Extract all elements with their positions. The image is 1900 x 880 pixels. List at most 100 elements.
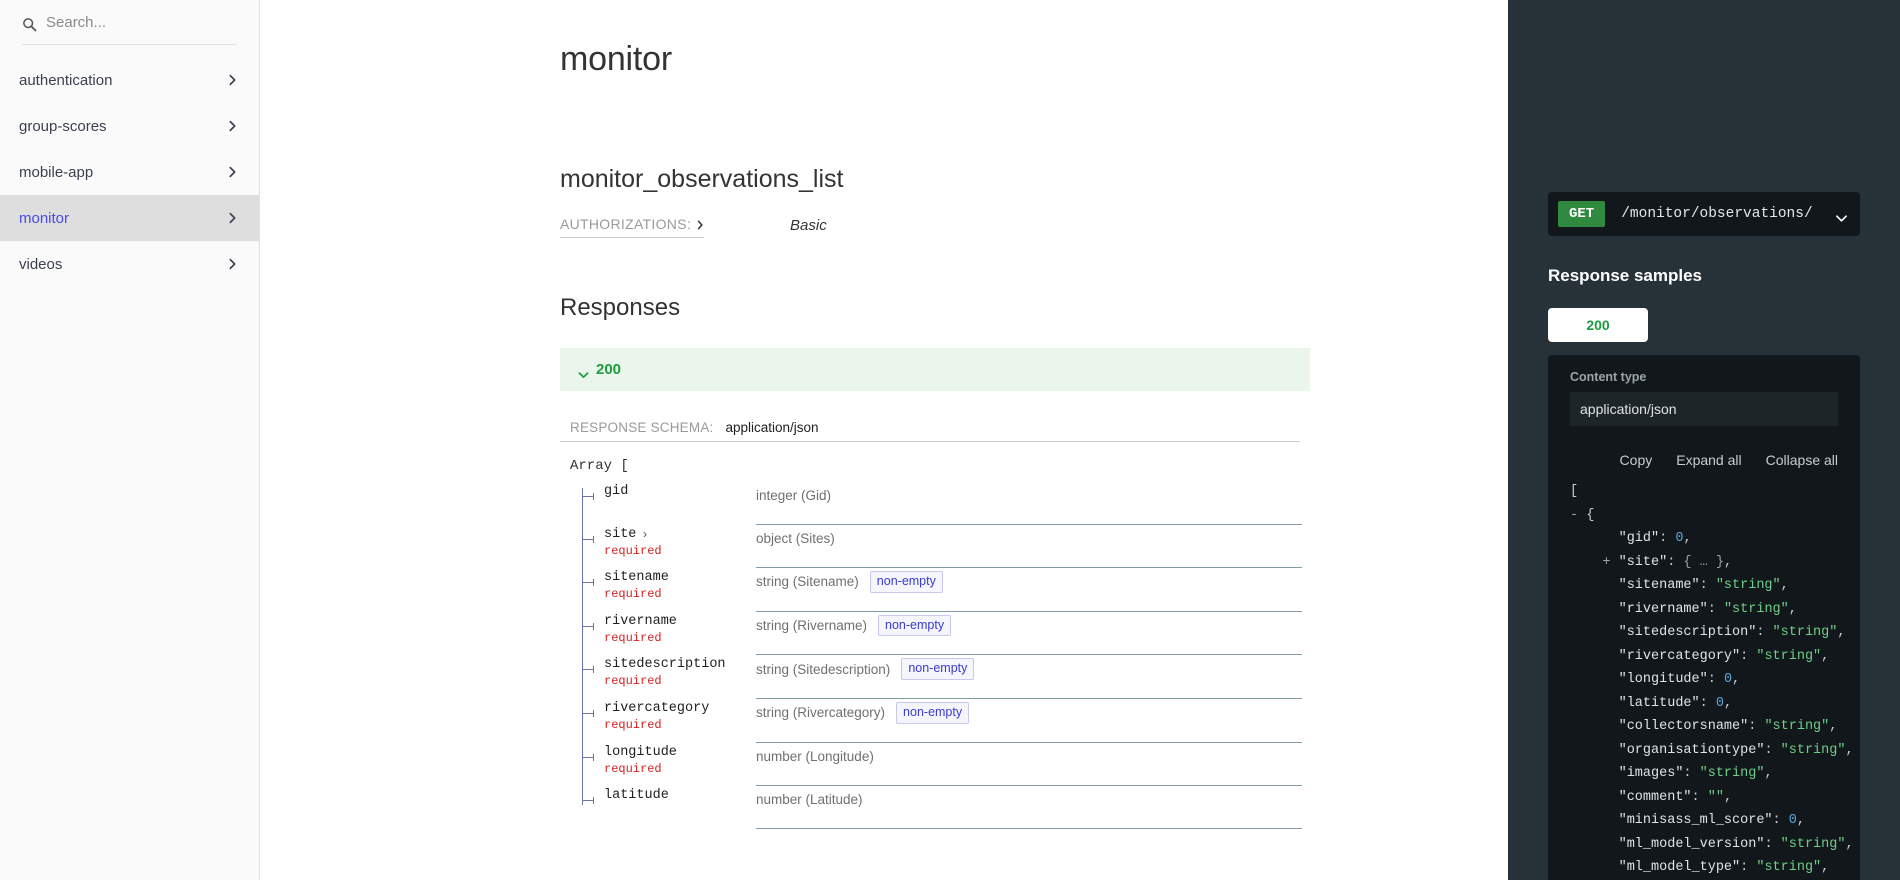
code-token-num: 0 <box>1715 695 1724 711</box>
code-token-key: "latitude" <box>1618 695 1700 711</box>
code-token-punc: : <box>1772 813 1789 828</box>
sidebar-item-label: mobile-app <box>19 163 94 181</box>
code-token-str: "string" <box>1780 836 1846 852</box>
copy-button[interactable]: Copy <box>1620 452 1653 468</box>
tab-200[interactable]: 200 <box>1548 308 1648 342</box>
chevron-right-icon <box>228 165 237 179</box>
schema-property-type: string (Rivercategory) <box>756 705 886 721</box>
sidebar-item-mobile-app[interactable]: mobile-app <box>0 149 259 195</box>
content-type-select[interactable]: application/json <box>1570 392 1838 426</box>
tree-branch-icon <box>582 753 594 761</box>
sidebar-item-group-scores[interactable]: group-scores <box>0 103 259 149</box>
code-token-key: "collectorsname" <box>1618 719 1749 734</box>
expand-all-button[interactable]: Expand all <box>1676 452 1741 468</box>
main-content: monitor monitor_observations_list AUTHOR… <box>260 0 1508 880</box>
schema-property-name-text: rivercategory <box>604 700 710 716</box>
sidebar-item-authentication[interactable]: authentication <box>0 57 259 103</box>
schema-property-type: string (Sitename) <box>756 574 859 590</box>
schema-property-type-cell: string (Rivercategory) non-empty <box>756 699 1302 743</box>
tree-branch-icon <box>582 709 594 717</box>
code-token-punc: : <box>1683 766 1700 781</box>
code-token-punc: , <box>1723 695 1733 711</box>
array-open-bracket: Array [ <box>570 458 629 474</box>
code-token-punc: : <box>1764 836 1781 852</box>
code-line: "sitedescription": "string", <box>1570 621 1846 645</box>
code-token-str: "" <box>1707 789 1724 805</box>
schema-property-name-cell: latitude <box>582 786 756 803</box>
code-token-punc: : <box>1699 578 1716 593</box>
code-token-key: "gid" <box>1618 531 1660 546</box>
code-token-num: 0 <box>1723 672 1733 687</box>
schema-property-name: site › <box>604 527 756 542</box>
code-token-key: "images" <box>1618 766 1684 781</box>
code-line: "ml_model_version": "string", <box>1570 833 1854 857</box>
schema-property-list: gid integer (Gid) site › required object (Sit… <box>560 482 1468 829</box>
authorizations-toggle[interactable]: AUTHORIZATIONS: <box>560 216 705 238</box>
schema-property-name-cell[interactable]: site › required <box>582 525 756 558</box>
sidebar-item-label: group-scores <box>19 117 107 135</box>
chevron-right-icon[interactable]: › <box>641 528 648 542</box>
code-token-key: "sitename" <box>1618 578 1700 593</box>
schema-property-type-cell: integer (Gid) <box>756 482 1302 525</box>
authorizations-row: AUTHORIZATIONS: Basic <box>560 216 1468 238</box>
code-token-punc: , <box>1732 672 1741 687</box>
code-fold-toggle[interactable]: + <box>1570 555 1619 570</box>
code-line: "comment": "", <box>1570 786 1838 810</box>
endpoint-bar[interactable]: GET /monitor/observations/ <box>1548 192 1860 236</box>
code-token-punc: , <box>1723 789 1733 805</box>
code-line: "ml_model_type": "string", <box>1570 856 1838 880</box>
code-token-punc: , <box>1829 719 1838 734</box>
schema-property-name-cell: rivercategory required <box>582 699 756 732</box>
code-token-punc: [ <box>1570 484 1579 499</box>
code-token-punc: , <box>1723 554 1733 570</box>
api-docs-page: authentication group-scores mobile-app m… <box>0 0 1900 880</box>
code-line: "latitude": 0, <box>1570 692 1838 716</box>
response-200-toggle[interactable]: 200 <box>560 348 1310 391</box>
schema-property-type: number (Latitude) <box>756 791 863 807</box>
authorizations-value: Basic <box>790 217 827 234</box>
chevron-right-icon <box>228 257 237 271</box>
search-input[interactable] <box>46 14 237 34</box>
code-token-key: "sitedescription" <box>1618 625 1757 640</box>
schema-property-row: rivername required string (Rivername) non-e… <box>582 612 1468 656</box>
code-token-str: "string" <box>1756 860 1822 875</box>
sidebar-item-videos[interactable]: videos <box>0 241 259 287</box>
sidebar-item-monitor[interactable]: monitor <box>0 195 259 241</box>
schema-property-type-cell: number (Latitude) <box>756 786 1302 829</box>
schema-property-type-cell: object (Sites) <box>756 525 1302 568</box>
code-token-fold: { … } <box>1683 554 1724 570</box>
required-label: required <box>604 630 662 645</box>
authorizations-label: AUTHORIZATIONS: <box>560 216 692 232</box>
http-method-badge: GET <box>1558 201 1606 227</box>
schema-property-name: latitude <box>604 788 756 803</box>
responses-heading: Responses <box>560 294 681 321</box>
chevron-right-icon <box>228 119 237 133</box>
code-token-str: "string" <box>1715 578 1781 593</box>
code-token-punc: , <box>1764 766 1773 781</box>
code-line: + "site": { … }, <box>1570 551 1838 575</box>
response-schema-label: RESPONSE SCHEMA: <box>570 420 714 435</box>
tree-branch-icon <box>582 666 594 674</box>
schema-property-type: string (Rivername) <box>756 617 868 633</box>
schema-property-type: string (Sitedescription) <box>756 661 891 677</box>
code-token-str: "string" <box>1772 625 1838 640</box>
page-title: monitor <box>560 40 672 78</box>
schema-property-name-text: site <box>604 527 637 542</box>
code-token-punc: : <box>1699 695 1716 711</box>
code-fold-toggle[interactable]: - <box>1570 508 1586 523</box>
schema-property-name-text: latitude <box>604 787 669 803</box>
code-token-key: "organisationtype" <box>1618 742 1765 758</box>
response-sample-tabs: 200 <box>1548 308 1860 342</box>
sidebar-item-label: monitor <box>19 209 70 227</box>
code-line: "rivername": "string", <box>1570 598 1838 622</box>
code-token-str: "string" <box>1780 742 1846 758</box>
collapse-all-button[interactable]: Collapse all <box>1766 452 1838 468</box>
schema-property-name: sitename <box>604 570 756 585</box>
code-token-punc: : <box>1659 531 1676 546</box>
